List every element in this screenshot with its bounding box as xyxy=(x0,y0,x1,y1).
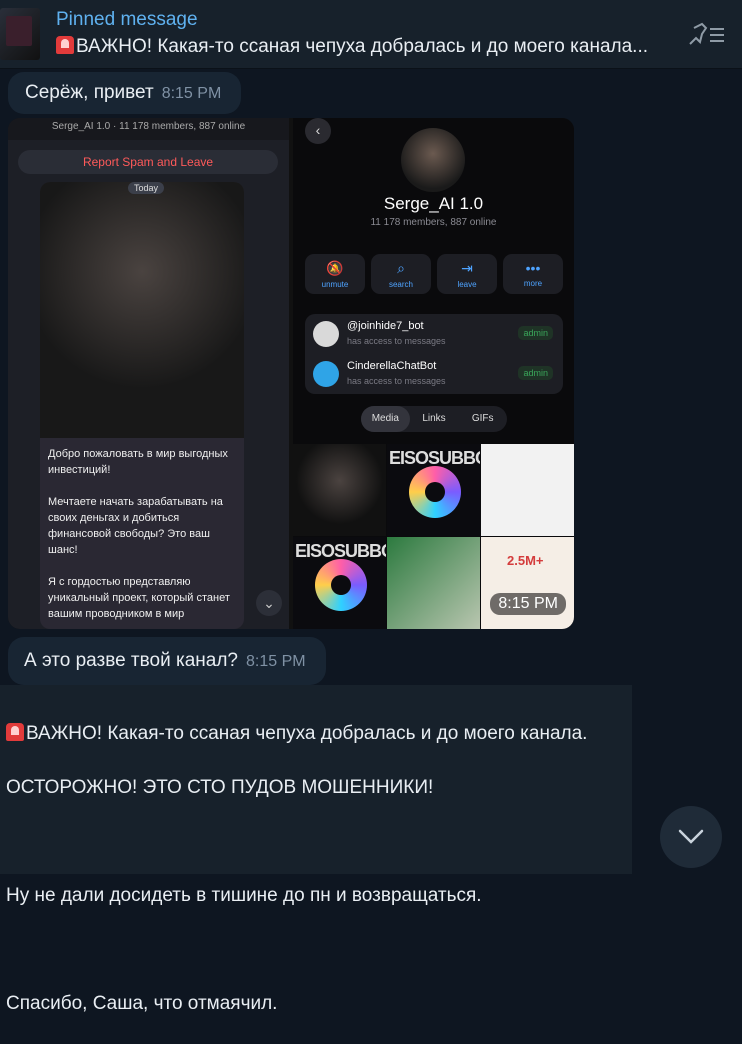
pinned-list-icon[interactable] xyxy=(688,20,728,50)
alarm-icon xyxy=(56,36,74,54)
screenshot-photo[interactable]: Serge_AI 1.0 · 11 178 members, 887 onlin… xyxy=(8,118,574,629)
channel-avatar xyxy=(401,128,465,192)
pinned-message-bar[interactable]: Pinned message ВАЖНО! Какая-то ссаная че… xyxy=(0,0,742,69)
leave-action: ⇥ leave xyxy=(437,254,497,294)
tab-links: Links xyxy=(422,413,446,424)
pinned-thumbnail xyxy=(0,8,40,60)
scroll-down-button[interactable] xyxy=(660,806,722,868)
bot-avatar xyxy=(313,321,339,347)
tab-gifs: GIFs xyxy=(471,413,494,424)
media-tabs: Media Links GIFs xyxy=(361,406,507,432)
alarm-icon xyxy=(6,723,24,741)
message-text: Серёж, привет xyxy=(25,82,154,103)
search-icon: ⌕ xyxy=(397,260,405,276)
chevron-down-icon: ⌄ xyxy=(256,590,282,616)
list-item: @joinhide7_bot has access to messages ad… xyxy=(305,314,563,354)
admin-badge: admin xyxy=(518,326,553,340)
media-thumb: EISOSUBBO xyxy=(293,537,386,629)
bot-name: CinderellaChatBot xyxy=(347,360,437,372)
search-action: ⌕ search xyxy=(371,254,431,294)
unmute-action: 🔕 unmute xyxy=(305,254,365,294)
post-text: Добро пожаловать в мир выгодных инвестиц… xyxy=(48,448,230,620)
leave-icon: ⇥ xyxy=(461,260,473,276)
message-time: 8:15 PM xyxy=(161,85,222,102)
back-arrow-icon: ‹ xyxy=(305,118,331,144)
bot-avatar xyxy=(313,361,339,387)
admin-badge: admin xyxy=(518,366,553,380)
bot-name: @joinhide7_bot xyxy=(347,320,424,332)
media-thumb xyxy=(387,537,480,629)
forwarded-text: ВАЖНО! Какая-то ссаная чепуха добралась … xyxy=(6,723,588,1014)
knot-image xyxy=(409,466,461,518)
date-badge: Today xyxy=(128,182,165,194)
photo-time: 8:15 PM xyxy=(490,593,566,615)
report-spam-bar: Report Spam and Leave xyxy=(18,150,278,174)
channel-actions: 🔕 unmute ⌕ search ⇥ leave ••• more xyxy=(305,254,563,294)
tab-media: Media xyxy=(361,406,410,432)
screenshot-right: ‹ Serge_AI 1.0 11 178 members, 887 onlin… xyxy=(293,118,574,629)
channel-post: Добро пожаловать в мир выгодных инвестиц… xyxy=(40,182,244,629)
bell-off-icon: 🔕 xyxy=(326,260,344,276)
message-time: 8:15 PM xyxy=(245,653,306,670)
message-bubble[interactable]: Серёж, привет 8:15 PM xyxy=(8,72,242,114)
pinned-text: ВАЖНО! Какая-то ссаная чепуха добралась … xyxy=(56,36,648,58)
more-action: ••• more xyxy=(503,254,563,294)
bots-list: @joinhide7_bot has access to messages ad… xyxy=(305,314,563,394)
knot-image xyxy=(315,559,367,611)
pinned-title: Pinned message xyxy=(56,9,198,30)
forwarded-message[interactable]: ВАЖНО! Какая-то ссаная чепуха добралась … xyxy=(0,685,632,1014)
chevron-down-icon xyxy=(678,829,704,844)
media-thumb xyxy=(293,444,386,536)
media-thumb: EISOSUBBO xyxy=(387,444,480,536)
screenshot-left: Serge_AI 1.0 · 11 178 members, 887 onlin… xyxy=(8,118,289,629)
media-thumb: 2.5M+ xyxy=(481,537,574,629)
bot-sub: has access to messages xyxy=(347,376,446,386)
list-item: CinderellaChatBot has access to messages… xyxy=(305,354,563,394)
media-thumb xyxy=(481,444,574,536)
more-icon: ••• xyxy=(525,260,541,276)
channel-name: Serge_AI 1.0 xyxy=(383,194,484,213)
bot-sub: has access to messages xyxy=(347,336,446,346)
post-image xyxy=(40,182,244,438)
message-bubble[interactable]: А это разве твой канал? 8:15 PM xyxy=(8,637,326,685)
channel-members: 11 178 members, 887 online xyxy=(370,217,497,228)
message-text: А это разве твой канал? xyxy=(24,650,238,671)
screenshot-topbar: Serge_AI 1.0 · 11 178 members, 887 onlin… xyxy=(8,118,289,140)
